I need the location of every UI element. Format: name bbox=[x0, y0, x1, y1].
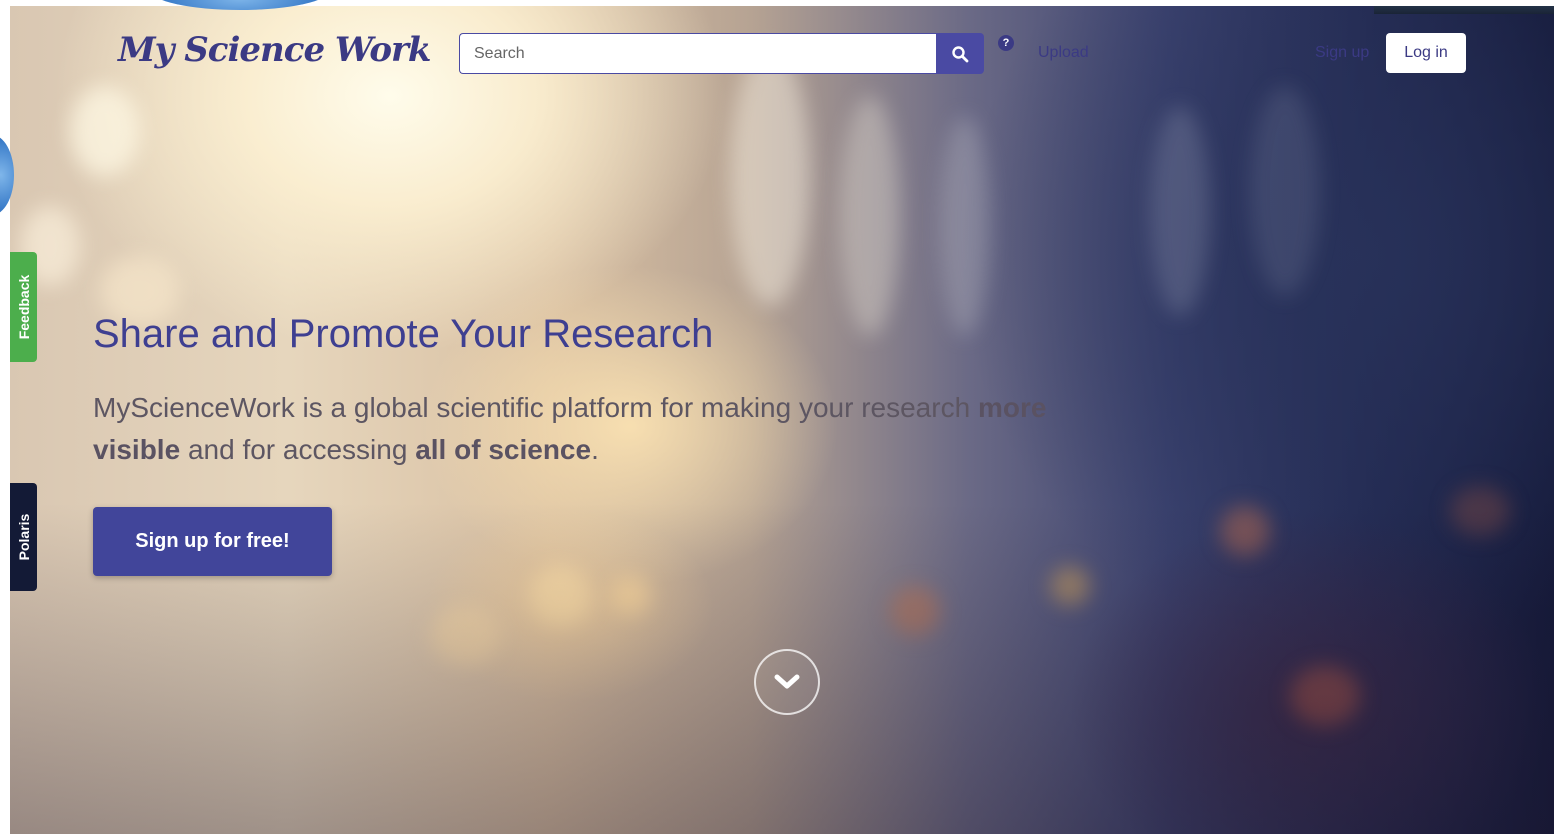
search-icon bbox=[952, 45, 969, 62]
search-bar bbox=[459, 33, 984, 74]
question-circle-icon[interactable]: ? bbox=[998, 35, 1014, 51]
page: My Science Work ? Upload Sign up Log in … bbox=[0, 0, 1554, 834]
frame-edge bbox=[0, 0, 10, 834]
site-logo[interactable]: My Science Work bbox=[118, 30, 431, 70]
login-button[interactable]: Log in bbox=[1386, 33, 1466, 73]
signup-link[interactable]: Sign up bbox=[1315, 44, 1369, 62]
chevron-down-icon bbox=[774, 674, 800, 689]
upload-link[interactable]: Upload bbox=[1038, 44, 1089, 62]
hero-desc-text: . bbox=[591, 434, 599, 465]
hero-title: Share and Promote Your Research bbox=[93, 312, 714, 356]
scroll-down-button[interactable] bbox=[754, 649, 820, 715]
hero-description: MyScienceWork is a global scientific pla… bbox=[93, 387, 1083, 471]
hero-desc-text: MyScienceWork is a global scientific pla… bbox=[93, 392, 978, 423]
feedback-tab-label: Feedback bbox=[15, 274, 32, 340]
hero-desc-text: and for accessing bbox=[180, 434, 416, 465]
polaris-tab-label: Polaris bbox=[15, 513, 32, 561]
signup-cta-button[interactable]: Sign up for free! bbox=[93, 507, 332, 576]
polaris-tab[interactable]: Polaris bbox=[10, 483, 37, 591]
search-input[interactable] bbox=[459, 33, 936, 74]
search-button[interactable] bbox=[936, 33, 984, 74]
hero-desc-emphasis: all of science bbox=[415, 434, 592, 465]
feedback-tab[interactable]: Feedback bbox=[10, 252, 37, 362]
